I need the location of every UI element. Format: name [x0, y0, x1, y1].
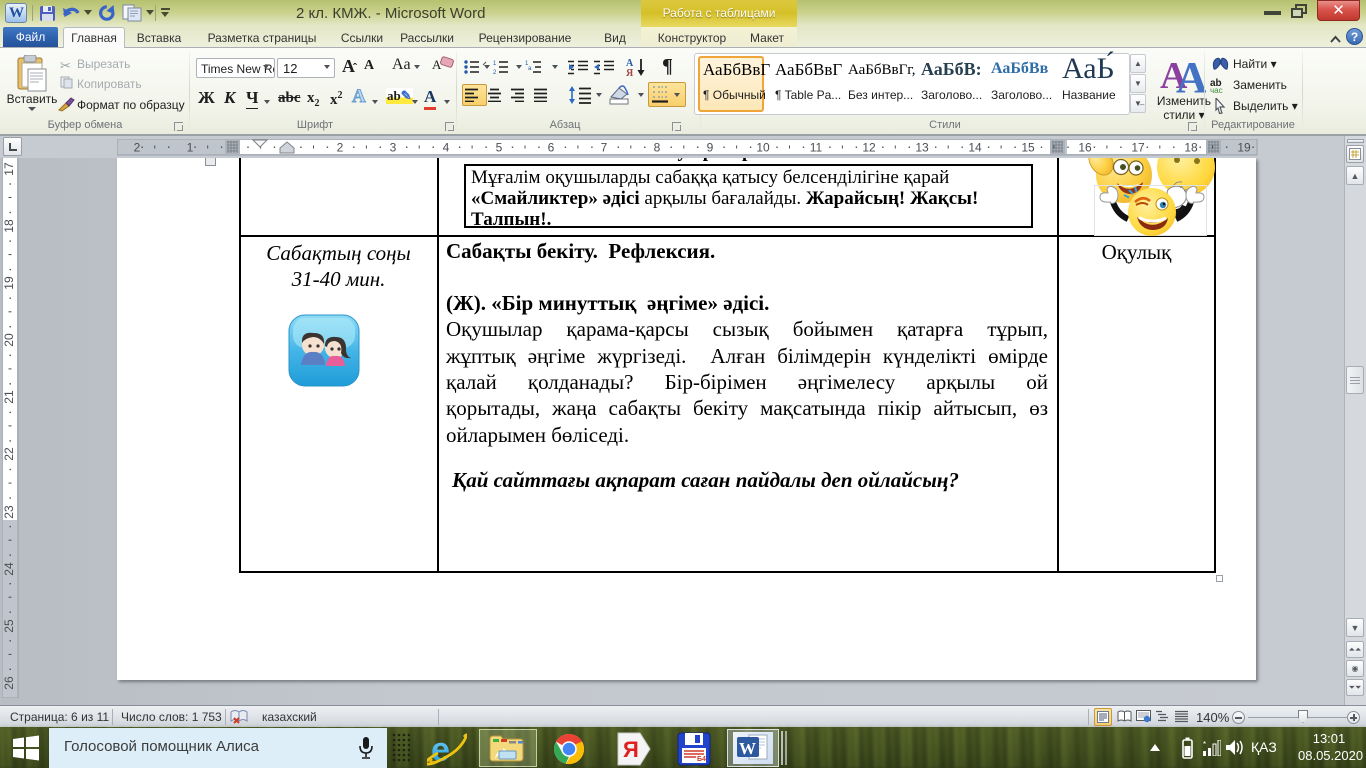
- svg-text:1: 1: [187, 141, 194, 155]
- svg-text:9: 9: [707, 141, 714, 155]
- svg-text:12: 12: [862, 141, 876, 155]
- svg-text:2: 2: [493, 70, 497, 75]
- svg-text:1: 1: [493, 61, 497, 67]
- svg-text:16: 16: [1078, 141, 1092, 155]
- svg-text:21: 21: [2, 390, 16, 404]
- svg-text:3: 3: [390, 141, 397, 155]
- svg-text:2: 2: [134, 141, 141, 155]
- svg-text:18: 18: [1184, 141, 1198, 155]
- svg-text:4: 4: [443, 141, 450, 155]
- svg-text:24: 24: [2, 562, 16, 576]
- svg-text:6: 6: [548, 141, 555, 155]
- svg-text:5: 5: [496, 141, 503, 155]
- svg-text:18: 18: [2, 219, 16, 233]
- svg-text:19: 19: [2, 276, 16, 290]
- svg-text:Я: Я: [623, 737, 639, 762]
- svg-text:20: 20: [2, 333, 16, 347]
- svg-text:Б4: Б4: [697, 756, 706, 763]
- svg-text:19: 19: [1237, 141, 1251, 155]
- svg-text:A: A: [1176, 54, 1206, 94]
- svg-text:2: 2: [337, 141, 344, 155]
- svg-text:A: A: [432, 57, 442, 72]
- svg-text:11: 11: [810, 141, 823, 155]
- svg-text:22: 22: [2, 447, 16, 461]
- svg-text:10: 10: [756, 141, 770, 155]
- svg-text:8: 8: [654, 141, 661, 155]
- svg-text:23: 23: [2, 505, 16, 519]
- svg-text:15: 15: [1021, 141, 1035, 155]
- svg-text:25: 25: [2, 619, 16, 633]
- svg-text:Я: Я: [626, 68, 634, 77]
- svg-text:13: 13: [915, 141, 929, 155]
- svg-text:17: 17: [1131, 141, 1145, 155]
- svg-text:17: 17: [2, 162, 16, 176]
- svg-text:26: 26: [2, 676, 16, 690]
- svg-text:a: a: [528, 66, 532, 72]
- svg-text:*: *: [1203, 740, 1206, 749]
- svg-text:7: 7: [601, 141, 608, 155]
- svg-text:14: 14: [968, 141, 982, 155]
- svg-text:ч̧ac: ч̧ac: [1210, 86, 1223, 93]
- svg-text:W: W: [739, 739, 756, 758]
